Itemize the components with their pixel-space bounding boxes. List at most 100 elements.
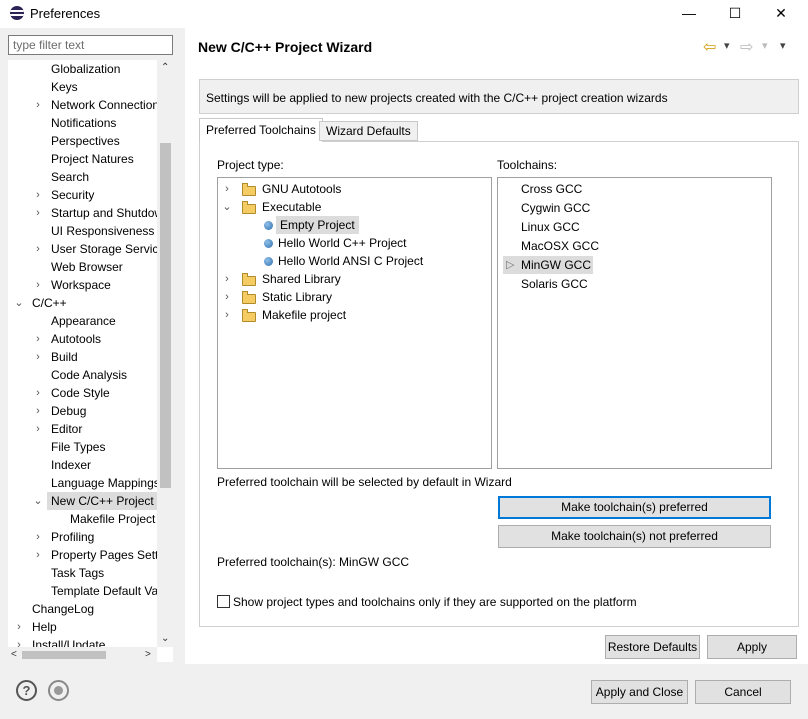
back-arrow-icon[interactable]: ⇦ (703, 37, 716, 57)
tree-item[interactable]: Debug (51, 402, 86, 420)
forward-dropdown-icon[interactable]: ▾ (762, 39, 768, 52)
chevron-right-icon[interactable]: › (33, 384, 43, 402)
tree-item[interactable]: ChangeLog (32, 600, 94, 618)
tree-item[interactable]: Web Browser (51, 258, 123, 276)
project-type-item[interactable]: Executable (262, 198, 321, 216)
supported-only-label[interactable]: Show project types and toolchains only i… (233, 595, 637, 609)
scroll-left-icon[interactable]: < (11, 649, 17, 660)
tree-item[interactable]: New C/C++ Project Wizard (47, 492, 173, 510)
tree-item[interactable]: Project Natures (51, 150, 134, 168)
make-not-preferred-button[interactable]: Make toolchain(s) not preferred (498, 525, 771, 548)
chevron-right-icon[interactable]: › (33, 348, 43, 366)
toolchain-item[interactable]: Linux GCC (521, 218, 580, 236)
toolchains-list[interactable]: Cross GCC Cygwin GCC Linux GCC MacOSX GCC ▷ M… (497, 177, 772, 469)
tree-item[interactable]: C/C++ (32, 294, 67, 312)
minimize-button[interactable]: — (666, 0, 712, 28)
project-type-item[interactable]: Makefile project (262, 306, 346, 324)
chevron-right-icon[interactable]: › (222, 288, 232, 306)
tree-item[interactable]: Keys (51, 78, 78, 96)
chevron-right-icon[interactable]: › (222, 180, 232, 198)
chevron-right-icon[interactable]: › (33, 402, 43, 420)
tree-item[interactable]: Search (51, 168, 89, 186)
restore-defaults-button[interactable]: Restore Defaults (605, 635, 700, 659)
project-type-item[interactable]: GNU Autotools (262, 180, 341, 198)
chevron-right-icon[interactable]: › (33, 96, 43, 114)
project-type-item[interactable]: Static Library (262, 288, 332, 306)
toolchain-item[interactable]: Cross GCC (521, 180, 582, 198)
project-template-icon (264, 257, 273, 266)
toolchain-item[interactable]: MinGW GCC (521, 256, 591, 274)
project-type-item[interactable]: Shared Library (262, 270, 341, 288)
folder-icon (242, 183, 256, 196)
help-icon[interactable]: ? (16, 680, 37, 701)
tree-item[interactable]: Startup and Shutdown (51, 204, 170, 222)
tree-item[interactable]: User Storage Service (51, 240, 165, 258)
tree-item[interactable]: Language Mappings (51, 474, 160, 492)
tree-item[interactable]: Help (32, 618, 57, 636)
close-button[interactable]: ✕ (758, 0, 804, 28)
tree-item[interactable]: Editor (51, 420, 82, 438)
tree-item[interactable]: Property Pages Settings (51, 546, 173, 564)
tree-item[interactable]: Perspectives (51, 132, 120, 150)
tree-scroll-thumb[interactable] (160, 143, 171, 488)
tree-item[interactable]: Globalization (51, 60, 120, 78)
back-dropdown-icon[interactable]: ▾ (724, 39, 730, 52)
tree-item[interactable]: Security (51, 186, 94, 204)
chevron-right-icon[interactable]: › (222, 306, 232, 324)
filter-input[interactable] (8, 35, 173, 55)
open-prefs-icon[interactable] (48, 680, 69, 701)
chevron-down-icon[interactable]: ⌄ (33, 492, 43, 510)
chevron-right-icon[interactable]: › (33, 276, 43, 294)
scroll-down-icon[interactable]: ⌄ (161, 633, 169, 644)
view-menu-icon[interactable]: ▾ (780, 39, 786, 52)
toolchain-item[interactable]: MacOSX GCC (521, 237, 599, 255)
tree-hscroll-thumb[interactable] (22, 651, 106, 659)
forward-arrow-icon[interactable]: ⇨ (740, 37, 753, 57)
chevron-down-icon[interactable]: ⌄ (14, 294, 24, 312)
apply-button[interactable]: Apply (707, 635, 797, 659)
chevron-right-icon[interactable]: › (33, 186, 43, 204)
project-type-item[interactable]: Empty Project (276, 216, 359, 234)
folder-icon (242, 309, 256, 322)
tree-item[interactable]: Task Tags (51, 564, 104, 582)
make-preferred-button[interactable]: Make toolchain(s) preferred (498, 496, 771, 519)
project-type-tree[interactable]: › GNU Autotools ⌄ Executable Empty Project He… (217, 177, 492, 469)
tree-item[interactable]: Autotools (51, 330, 101, 348)
tree-item[interactable]: Indexer (51, 456, 91, 474)
folder-icon (242, 291, 256, 304)
toolchain-item[interactable]: Solaris GCC (521, 275, 588, 293)
tree-item[interactable]: Appearance (51, 312, 116, 330)
chevron-right-icon[interactable]: › (33, 240, 43, 258)
tree-item[interactable]: Makefile Project (70, 510, 155, 528)
chevron-right-icon[interactable]: › (14, 618, 24, 636)
project-type-item[interactable]: Hello World C++ Project (278, 234, 407, 252)
tree-item[interactable]: Build (51, 348, 78, 366)
tree-item[interactable]: Profiling (51, 528, 94, 546)
tab-preferred-toolchains[interactable]: Preferred Toolchains (199, 118, 323, 142)
tree-item[interactable]: Network Connections (51, 96, 165, 114)
chevron-right-icon[interactable]: › (222, 270, 232, 288)
maximize-button[interactable]: ☐ (712, 0, 758, 28)
supported-only-checkbox[interactable] (217, 595, 230, 608)
eclipse-icon (10, 6, 24, 20)
tree-item[interactable]: File Types (51, 438, 105, 456)
chevron-right-icon[interactable]: › (33, 330, 43, 348)
scroll-up-icon[interactable]: ⌃ (161, 62, 169, 73)
tree-item[interactable]: Code Analysis (51, 366, 127, 384)
cancel-button[interactable]: Cancel (695, 680, 791, 704)
tree-item[interactable]: UI Responsiveness Monitoring (51, 222, 173, 240)
tab-wizard-defaults[interactable]: Wizard Defaults (319, 121, 418, 141)
tree-item[interactable]: Code Style (51, 384, 110, 402)
chevron-right-icon[interactable]: › (33, 528, 43, 546)
project-type-item[interactable]: Hello World ANSI C Project (278, 252, 423, 270)
chevron-right-icon[interactable]: › (33, 204, 43, 222)
chevron-down-icon[interactable]: ⌄ (222, 198, 232, 216)
toolchain-item[interactable]: Cygwin GCC (521, 199, 590, 217)
chevron-right-icon[interactable]: › (33, 420, 43, 438)
tree-item[interactable]: Template Default Values (51, 582, 173, 600)
scroll-right-icon[interactable]: > (145, 649, 151, 660)
tree-item[interactable]: Workspace (51, 276, 111, 294)
tree-item[interactable]: Notifications (51, 114, 116, 132)
chevron-right-icon[interactable]: › (33, 546, 43, 564)
apply-and-close-button[interactable]: Apply and Close (591, 680, 688, 704)
